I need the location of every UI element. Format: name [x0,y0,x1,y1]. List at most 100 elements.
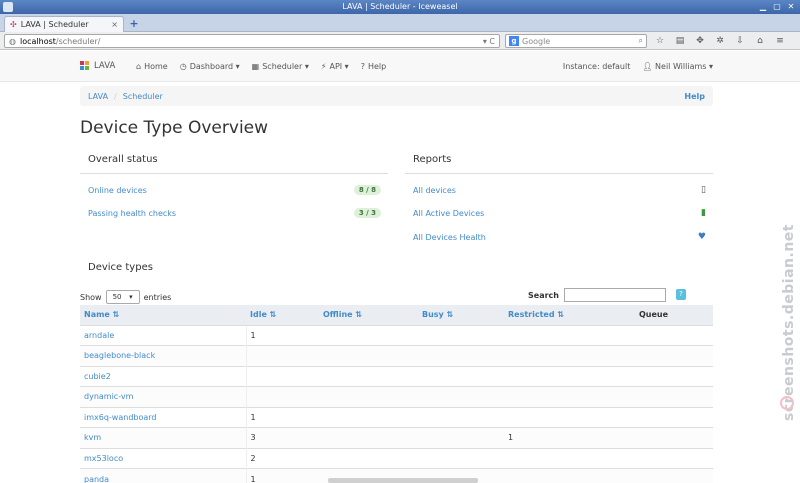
device-types-body: arndale 1 beaglebone-black cubie2 dynamic-vm… [80,324,713,483]
table-help-button[interactable]: ? [676,289,686,300]
cell-name[interactable]: beaglebone-black [80,345,247,366]
google-engine-icon[interactable]: g [509,36,519,46]
entries-control: Show 50 ▾ entries [80,290,171,304]
table-row: dynamic-vm [80,386,713,407]
online-devices-link[interactable]: Online devices [88,186,354,195]
col-busy-label: Busy [422,310,444,320]
col-idle[interactable]: Idle ⇅ [246,305,319,326]
bookmark-star-icon[interactable]: ☆ [655,35,665,47]
col-busy[interactable]: Busy ⇅ [418,305,504,326]
cell-name[interactable]: dynamic-vm [80,386,247,407]
browser-tab[interactable]: ✣ LAVA | Scheduler × [4,16,124,32]
url-bar[interactable]: ◍ localhost/scheduler/ ▾ C [4,34,500,48]
cell-name[interactable]: cubie2 [80,365,247,387]
addons-icon[interactable]: ✥ [695,35,705,47]
table-header-row: Name ⇅ Idle ⇅ Offline ⇅ Busy ⇅ Restricte… [80,305,713,326]
report-row-health: All Devices Health ♥ [413,231,706,243]
cell-idle: 2 [246,447,319,469]
col-restricted[interactable]: Restricted ⇅ [504,305,635,326]
close-window-icon[interactable]: ✕ [786,2,796,12]
passing-health-badge: 3 / 3 [353,208,381,218]
window-controls: ▁ ▢ ✕ [758,2,796,12]
user-menu[interactable]: 👤︎ Neil Williams ▾ [642,62,713,71]
app-nav-right: Instance: default 👤︎ Neil Williams ▾ [563,62,713,71]
nav-home[interactable]: ⌂ Home [136,62,168,71]
home-icon: ⌂ [136,62,142,71]
all-devices-link[interactable]: All devices [413,186,701,195]
settings-gear-icon[interactable]: ✲ [715,35,725,47]
cell-name[interactable]: panda [80,468,247,483]
brand[interactable]: LAVA [80,61,115,71]
breadcrumb-lava[interactable]: LAVA [88,92,108,101]
col-offline[interactable]: Offline ⇅ [319,305,418,326]
menu-icon[interactable]: ≡ [775,35,785,47]
brand-label: LAVA [94,61,116,71]
cell-idle [246,365,319,387]
nav-help[interactable]: ? Help [361,62,387,71]
horizontal-scrollbar[interactable] [328,478,478,483]
table-search-input[interactable] [563,288,666,302]
tab-close-icon[interactable]: × [111,20,118,29]
table-search: Search [528,288,666,302]
all-active-devices-link[interactable]: All Active Devices [413,209,701,218]
page-title: Device Type Overview [80,118,269,138]
search-bar[interactable]: g Google ⌕ [505,34,647,48]
minimize-icon[interactable]: ▁ [758,2,768,12]
watermark: screenshots.debian.net [781,224,797,421]
window-title: LAVA | Scheduler - Iceweasel [342,2,458,11]
table-row: kvm 3 1 [80,427,713,448]
col-queue-label: Queue [639,310,669,320]
window-titlebar: LAVA | Scheduler - Iceweasel ▁ ▢ ✕ [0,0,800,14]
cell-idle [246,386,319,407]
tab-label: LAVA | Scheduler [20,20,89,29]
new-tab-button[interactable]: + [128,18,140,30]
overall-status-heading: Overall status [88,154,158,165]
reload-icon[interactable]: ▾ C [483,37,495,46]
col-name[interactable]: Name ⇅ [80,305,246,326]
cell-queue [635,406,713,428]
report-row-all: All devices ▯ [413,184,706,196]
breadcrumb-help-link[interactable]: Help [684,92,705,101]
dashboard-icon: ◷ [179,62,187,71]
sort-icon: ⇅ [557,310,565,320]
cell-name[interactable]: mx53loco [80,447,247,469]
col-queue: Queue [635,305,713,326]
url-text[interactable]: localhost/scheduler/ [20,37,479,46]
cell-idle: 1 [246,324,319,346]
status-row-health: Passing health checks 3 / 3 [88,207,381,219]
home-browser-icon[interactable]: ⌂ [755,35,765,47]
breadcrumb-scheduler[interactable]: Scheduler [123,92,163,101]
cell-restricted [504,406,635,428]
nav-dashboard[interactable]: ◷ Dashboard ▾ [180,62,240,71]
online-devices-badge: 8 / 8 [353,185,381,195]
table-tools: Show 50 ▾ entries Search ? [80,288,713,304]
maximize-icon[interactable]: ▢ [772,2,782,12]
cell-queue [635,447,713,469]
breadcrumb-separator: / [114,91,117,101]
search-go-icon[interactable]: ⌕ [639,36,643,46]
report-row-active: All Active Devices ▮ [413,207,706,219]
cell-name[interactable]: arndale [80,324,247,346]
lava-favicon-icon: ✣ [10,20,17,29]
nav-api[interactable]: ⚡ API ▾ [321,62,349,71]
nav-scheduler-label: Scheduler [262,62,303,71]
all-devices-health-link[interactable]: All Devices Health [413,233,698,242]
app-navbar: LAVA ⌂ Home ◷ Dashboard ▾ ▦ Scheduler ▾ ⚡ AP… [0,51,800,82]
reading-list-icon[interactable]: ▤ [675,35,685,47]
phone-icon: ▯ [701,185,706,195]
lava-logo-icon [80,61,90,71]
cell-restricted [504,468,635,483]
cell-name[interactable]: imx6q-wandboard [80,406,247,428]
globe-icon: ◍ [9,36,16,46]
sort-icon: ⇅ [446,310,454,320]
heart-icon: ♥ [697,232,706,242]
cell-name[interactable]: kvm [80,427,247,448]
passing-health-link[interactable]: Passing health checks [88,209,354,218]
col-idle-label: Idle [250,310,267,320]
download-icon[interactable]: ⇩ [735,35,745,47]
phone-active-icon: ▮ [701,208,706,218]
window-menu-icon[interactable] [3,2,13,12]
cell-idle: 1 [246,406,319,428]
entries-select[interactable]: 50 ▾ [105,290,140,304]
nav-scheduler[interactable]: ▦ Scheduler ▾ [252,62,309,71]
